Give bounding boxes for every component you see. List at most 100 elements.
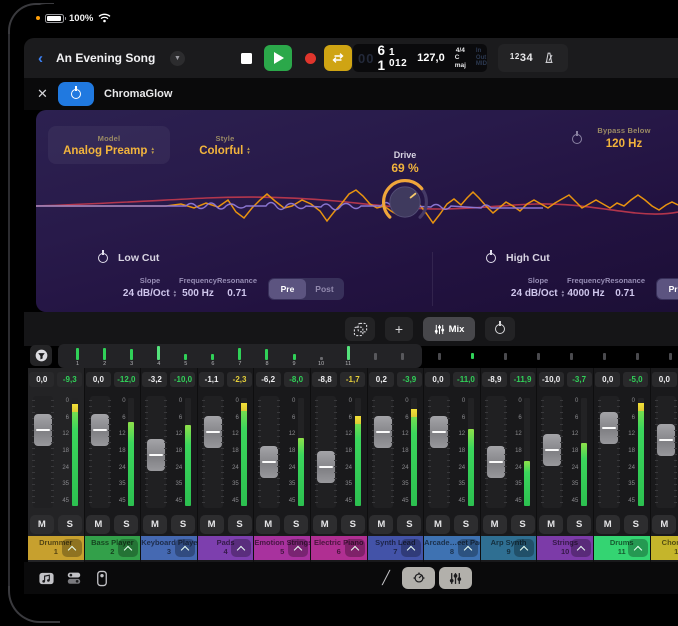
peak-value[interactable]: -11,0 bbox=[453, 372, 478, 387]
collapse-stack-button[interactable] bbox=[345, 539, 365, 557]
mute-button[interactable]: M bbox=[256, 515, 280, 534]
overview-offscreen-meters[interactable] bbox=[438, 344, 672, 368]
mute-button[interactable]: M bbox=[200, 515, 224, 534]
volume-value[interactable]: 0,2 bbox=[369, 372, 394, 387]
controls-view-button[interactable] bbox=[402, 567, 435, 589]
overview-meter[interactable]: 8 bbox=[262, 345, 272, 367]
model-select[interactable]: Model Analog Preamp▲▼ bbox=[48, 126, 170, 164]
low-cut-resonance[interactable]: Resonance 0.71 bbox=[214, 276, 260, 299]
overview-meter[interactable]: 6 bbox=[208, 345, 218, 367]
overview-meter[interactable] bbox=[471, 353, 474, 359]
fader-handle[interactable] bbox=[543, 434, 561, 466]
peak-value[interactable]: -9,3 bbox=[57, 372, 82, 387]
collapse-stack-button[interactable] bbox=[628, 539, 648, 557]
track-name-tag[interactable]: Drums 11 bbox=[594, 536, 650, 560]
fader-handle[interactable] bbox=[147, 439, 165, 471]
play-button[interactable] bbox=[264, 45, 292, 71]
peak-value[interactable]: -5,0 bbox=[623, 372, 648, 387]
channel-strip-button[interactable] bbox=[92, 568, 112, 588]
close-icon[interactable]: ✕ bbox=[37, 86, 48, 102]
fader-track[interactable] bbox=[259, 396, 279, 508]
track-name-tag[interactable]: Pads 4 bbox=[198, 536, 254, 560]
fader-track[interactable] bbox=[316, 396, 336, 508]
solo-button[interactable]: S bbox=[454, 515, 478, 534]
fader-handle[interactable] bbox=[430, 416, 448, 448]
overview-meter[interactable] bbox=[537, 353, 540, 360]
mute-button[interactable]: M bbox=[30, 515, 54, 534]
fader-handle[interactable] bbox=[317, 451, 335, 483]
bypass-power-icon[interactable] bbox=[572, 134, 582, 144]
metronome-icon[interactable] bbox=[542, 51, 556, 65]
overview-meter[interactable] bbox=[370, 345, 380, 367]
fader-track[interactable] bbox=[203, 396, 223, 508]
filter-tracks-button[interactable] bbox=[30, 345, 52, 366]
solo-button[interactable]: S bbox=[624, 515, 648, 534]
volume-value[interactable]: 0,0 bbox=[425, 372, 450, 387]
count-in-button[interactable]: 1234 bbox=[510, 52, 533, 64]
overview-meter[interactable]: 10 bbox=[316, 345, 326, 367]
track-name-tag[interactable]: Synth Lead 7 bbox=[368, 536, 424, 560]
edit-pencil-button[interactable]: ╱ bbox=[376, 568, 396, 588]
track-name-tag[interactable]: Arp Synth 9 bbox=[481, 536, 537, 560]
collapse-stack-button[interactable] bbox=[231, 539, 251, 557]
fader-handle[interactable] bbox=[91, 414, 109, 446]
peak-value[interactable]: -3,9 bbox=[397, 372, 422, 387]
solo-button[interactable]: S bbox=[397, 515, 421, 534]
solo-button[interactable]: S bbox=[171, 515, 195, 534]
volume-value[interactable]: -10,0 bbox=[539, 372, 564, 387]
fader-track[interactable] bbox=[599, 396, 619, 508]
bypass-below-control[interactable]: Bypass Below 120 Hz bbox=[588, 126, 660, 150]
track-name-tag[interactable]: Electric Piano 6 bbox=[311, 536, 367, 560]
overview-meter[interactable]: 4 bbox=[154, 345, 164, 367]
song-title[interactable]: An Evening Song bbox=[56, 51, 155, 65]
overview-meter[interactable]: 5 bbox=[181, 345, 191, 367]
peak-value[interactable]: -2,3 bbox=[227, 372, 252, 387]
track-name-tag[interactable]: Chorus V 12 bbox=[651, 536, 678, 560]
peak-value[interactable]: -1,7 bbox=[340, 372, 365, 387]
fader-track[interactable] bbox=[656, 396, 676, 508]
volume-value[interactable]: -8,9 bbox=[482, 372, 507, 387]
overview-meter[interactable]: 7 bbox=[235, 345, 245, 367]
track-name-tag[interactable]: Arcade…eet Pad 8 bbox=[424, 536, 480, 560]
overview-meter[interactable]: 9 bbox=[289, 345, 299, 367]
low-cut-power-icon[interactable] bbox=[98, 253, 108, 263]
solo-button[interactable]: S bbox=[284, 515, 308, 534]
post-button[interactable]: Post bbox=[306, 279, 343, 299]
plugin-power-button[interactable] bbox=[58, 82, 94, 106]
browser-button[interactable] bbox=[36, 568, 56, 588]
volume-value[interactable]: -8,8 bbox=[312, 372, 337, 387]
volume-value[interactable]: -1,1 bbox=[199, 372, 224, 387]
fader-track[interactable] bbox=[90, 396, 110, 508]
fader-handle[interactable] bbox=[487, 446, 505, 478]
overview-meter[interactable] bbox=[669, 353, 672, 360]
collapse-stack-button[interactable] bbox=[288, 539, 308, 557]
overview-meter[interactable] bbox=[504, 353, 507, 360]
peak-value[interactable]: -12,0 bbox=[114, 372, 139, 387]
overview-meter[interactable] bbox=[438, 353, 441, 360]
overview-meter[interactable] bbox=[603, 353, 606, 360]
solo-button[interactable]: S bbox=[511, 515, 535, 534]
track-name-tag[interactable]: Strings 10 bbox=[537, 536, 593, 560]
song-menu-chevron-icon[interactable]: ▼ bbox=[170, 51, 185, 66]
mute-button[interactable]: M bbox=[596, 515, 620, 534]
mix-view-button[interactable]: Mix bbox=[423, 317, 475, 341]
lcd-display[interactable]: 00 6 1 1 012 127,0 4/4 C maj In Out MIDI bbox=[353, 44, 487, 72]
collapse-stack-button[interactable] bbox=[571, 539, 591, 557]
mute-button[interactable]: M bbox=[369, 515, 393, 534]
volume-value[interactable]: 0,0 bbox=[86, 372, 111, 387]
overview-visible-window[interactable]: 1234567891011 bbox=[58, 344, 422, 368]
solo-button[interactable]: S bbox=[114, 515, 138, 534]
peak-value[interactable]: -10,0 bbox=[170, 372, 195, 387]
stop-button[interactable] bbox=[232, 45, 260, 71]
overview-meter[interactable] bbox=[397, 345, 407, 367]
fader-track[interactable] bbox=[146, 396, 166, 508]
mute-button[interactable]: M bbox=[426, 515, 450, 534]
solo-button[interactable]: S bbox=[58, 515, 82, 534]
overview-meter[interactable] bbox=[636, 353, 639, 360]
overview-meter[interactable] bbox=[570, 353, 573, 360]
fader-handle[interactable] bbox=[600, 412, 618, 444]
solo-button[interactable]: S bbox=[228, 515, 252, 534]
collapse-stack-button[interactable] bbox=[514, 539, 534, 557]
regions-button[interactable] bbox=[345, 317, 375, 341]
fader-track[interactable] bbox=[373, 396, 393, 508]
